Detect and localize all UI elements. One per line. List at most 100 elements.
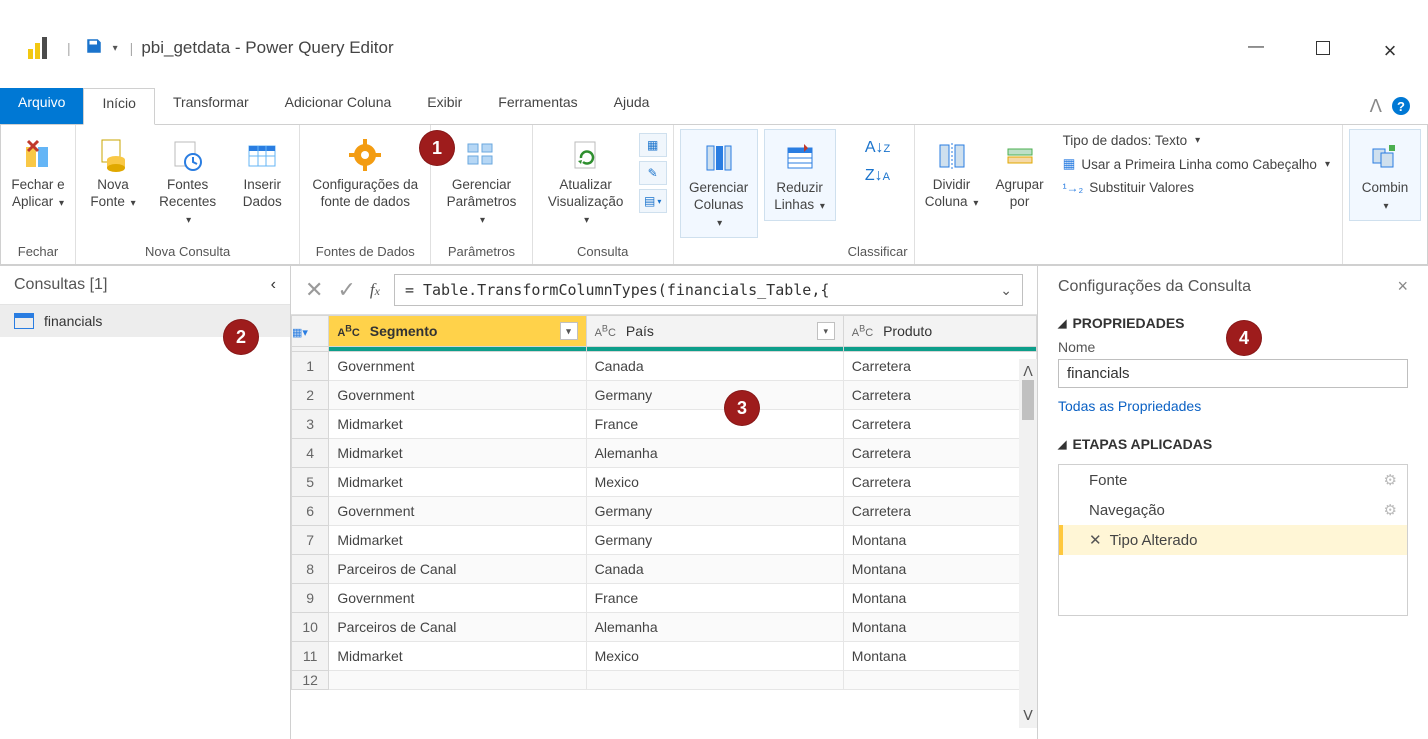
manage-icon[interactable]: ▤▾ — [639, 189, 667, 213]
cell-pais[interactable]: Germany — [586, 381, 843, 410]
scroll-up-icon[interactable]: ᐱ — [1023, 363, 1033, 380]
cell-segmento[interactable]: Government — [329, 497, 586, 526]
group-by-button[interactable]: Agrupar por — [989, 129, 1051, 211]
table-row[interactable]: 4MidmarketAlemanhaCarretera — [292, 439, 1037, 468]
qat-dropdown[interactable]: ▾ — [109, 43, 122, 54]
formula-expand-icon[interactable]: ⌄ — [1000, 282, 1012, 299]
properties-icon[interactable]: ▦ — [639, 133, 667, 157]
row-number[interactable]: 5 — [292, 468, 329, 497]
close-apply-button[interactable]: Fechar e Aplicar ▾ — [7, 129, 69, 211]
cell-produto[interactable]: Carretera — [843, 497, 1036, 526]
maximize-button[interactable] — [1316, 41, 1330, 55]
cell-produto[interactable]: Carretera — [843, 439, 1036, 468]
help-icon[interactable]: ? — [1392, 97, 1410, 115]
table-row[interactable]: 5MidmarketMexicoCarretera — [292, 468, 1037, 497]
row-number[interactable]: 1 — [292, 352, 329, 381]
select-all-corner[interactable]: ▦▾ — [292, 316, 329, 347]
cell-produto[interactable]: Carretera — [843, 468, 1036, 497]
refresh-preview-button[interactable]: Atualizar Visualização ▾ — [539, 129, 633, 228]
cell-pais[interactable]: Canada — [586, 555, 843, 584]
cell-pais[interactable]: France — [586, 410, 843, 439]
cell-pais[interactable]: Alemanha — [586, 439, 843, 468]
table-row[interactable]: 8Parceiros de CanalCanadaMontana — [292, 555, 1037, 584]
cell-pais[interactable]: Mexico — [586, 642, 843, 671]
applied-steps-section[interactable]: ◢ ETAPAS APLICADAS — [1038, 430, 1428, 458]
tab-tools[interactable]: Ferramentas — [480, 88, 595, 124]
cell-segmento[interactable]: Parceiros de Canal — [329, 613, 586, 642]
column-header-pais[interactable]: ABC País▾ — [587, 316, 843, 346]
save-icon[interactable] — [79, 37, 109, 60]
table-row[interactable]: 3MidmarketFranceCarretera — [292, 410, 1037, 439]
cell-segmento[interactable] — [329, 671, 586, 690]
name-input[interactable]: financials — [1058, 359, 1408, 388]
formula-input[interactable]: = Table.TransformColumnTypes(financials_… — [394, 274, 1023, 306]
cell-pais[interactable]: France — [586, 584, 843, 613]
column-header-segmento[interactable]: ABC Segmento▾ — [329, 316, 585, 346]
replace-values-button[interactable]: ¹→₂ Substituir Valores — [1063, 180, 1330, 195]
step-navegacao[interactable]: Navegação⚙ — [1059, 495, 1407, 525]
row-number[interactable]: 2 — [292, 381, 329, 410]
row-number[interactable]: 12 — [292, 671, 329, 690]
cell-segmento[interactable]: Midmarket — [329, 642, 586, 671]
table-row[interactable]: 11MidmarketMexicoMontana — [292, 642, 1037, 671]
row-number[interactable]: 4 — [292, 439, 329, 468]
cell-segmento[interactable]: Government — [329, 381, 586, 410]
cell-segmento[interactable]: Midmarket — [329, 439, 586, 468]
cell-produto[interactable]: Montana — [843, 642, 1036, 671]
row-number[interactable]: 8 — [292, 555, 329, 584]
step-fonte[interactable]: Fonte⚙ — [1059, 465, 1407, 495]
split-column-button[interactable]: Dividir Coluna ▾ — [921, 129, 983, 211]
tab-home[interactable]: Início — [83, 88, 154, 125]
cell-pais[interactable] — [586, 671, 843, 690]
step-tipo-alterado[interactable]: ✕Tipo Alterado — [1059, 525, 1407, 555]
tab-help[interactable]: Ajuda — [596, 88, 668, 124]
cell-produto[interactable]: Carretera — [843, 352, 1036, 381]
cell-produto[interactable]: Montana — [843, 555, 1036, 584]
cell-pais[interactable]: Mexico — [586, 468, 843, 497]
manage-columns-button[interactable]: Gerenciar Colunas ▾ — [680, 129, 758, 238]
row-number[interactable]: 6 — [292, 497, 329, 526]
table-row[interactable]: 9GovernmentFranceMontana — [292, 584, 1037, 613]
collapse-queries-icon[interactable]: ‹ — [271, 276, 276, 294]
advanced-editor-icon[interactable]: ✎ — [639, 161, 667, 185]
fx-icon[interactable]: fx — [370, 280, 380, 300]
reduce-rows-button[interactable]: Reduzir Linhas ▾ — [764, 129, 836, 221]
cell-segmento[interactable]: Government — [329, 584, 586, 613]
collapse-ribbon-icon[interactable]: ᐱ — [1370, 96, 1382, 117]
vertical-scrollbar[interactable]: ᐱ ᐯ — [1019, 359, 1037, 728]
cell-pais[interactable]: Alemanha — [586, 613, 843, 642]
cell-segmento[interactable]: Government — [329, 352, 586, 381]
cell-segmento[interactable]: Midmarket — [329, 526, 586, 555]
row-number[interactable]: 9 — [292, 584, 329, 613]
table-row[interactable]: 1GovernmentCanadaCarretera — [292, 352, 1037, 381]
cell-pais[interactable]: Canada — [586, 352, 843, 381]
table-row[interactable]: 12 — [292, 671, 1037, 690]
cell-segmento[interactable]: Parceiros de Canal — [329, 555, 586, 584]
cell-produto[interactable]: Carretera — [843, 410, 1036, 439]
scroll-down-icon[interactable]: ᐯ — [1023, 707, 1033, 724]
cell-segmento[interactable]: Midmarket — [329, 468, 586, 497]
tab-transform[interactable]: Transformar — [155, 88, 267, 124]
column-header-produto[interactable]: ABC Produto — [844, 317, 1036, 345]
scrollbar-thumb[interactable] — [1022, 380, 1034, 420]
table-row[interactable]: 6GovernmentGermanyCarretera — [292, 497, 1037, 526]
all-properties-link[interactable]: Todas as Propriedades — [1038, 396, 1428, 416]
cell-produto[interactable]: Montana — [843, 584, 1036, 613]
sort-desc-icon[interactable]: Z↓A — [865, 167, 890, 185]
gear-icon[interactable]: ⚙ — [1384, 501, 1397, 519]
cell-produto[interactable]: Montana — [843, 613, 1036, 642]
close-settings-icon[interactable]: × — [1397, 276, 1408, 297]
tab-file[interactable]: Arquivo — [0, 88, 83, 124]
cell-pais[interactable]: Germany — [586, 526, 843, 555]
cancel-formula-icon[interactable]: ✕ — [305, 277, 323, 303]
filter-dropdown-icon[interactable]: ▾ — [560, 322, 578, 340]
table-row[interactable]: 7MidmarketGermanyMontana — [292, 526, 1037, 555]
gear-icon[interactable]: ⚙ — [1384, 471, 1397, 489]
cell-pais[interactable]: Germany — [586, 497, 843, 526]
cell-produto[interactable] — [843, 671, 1036, 690]
tab-view[interactable]: Exibir — [409, 88, 480, 124]
data-type-menu[interactable]: Tipo de dados: Texto ▾ — [1063, 133, 1330, 148]
cell-produto[interactable]: Carretera — [843, 381, 1036, 410]
sort-asc-icon[interactable]: A↓Z — [865, 139, 890, 157]
minimize-button[interactable]: — — [1238, 38, 1274, 64]
